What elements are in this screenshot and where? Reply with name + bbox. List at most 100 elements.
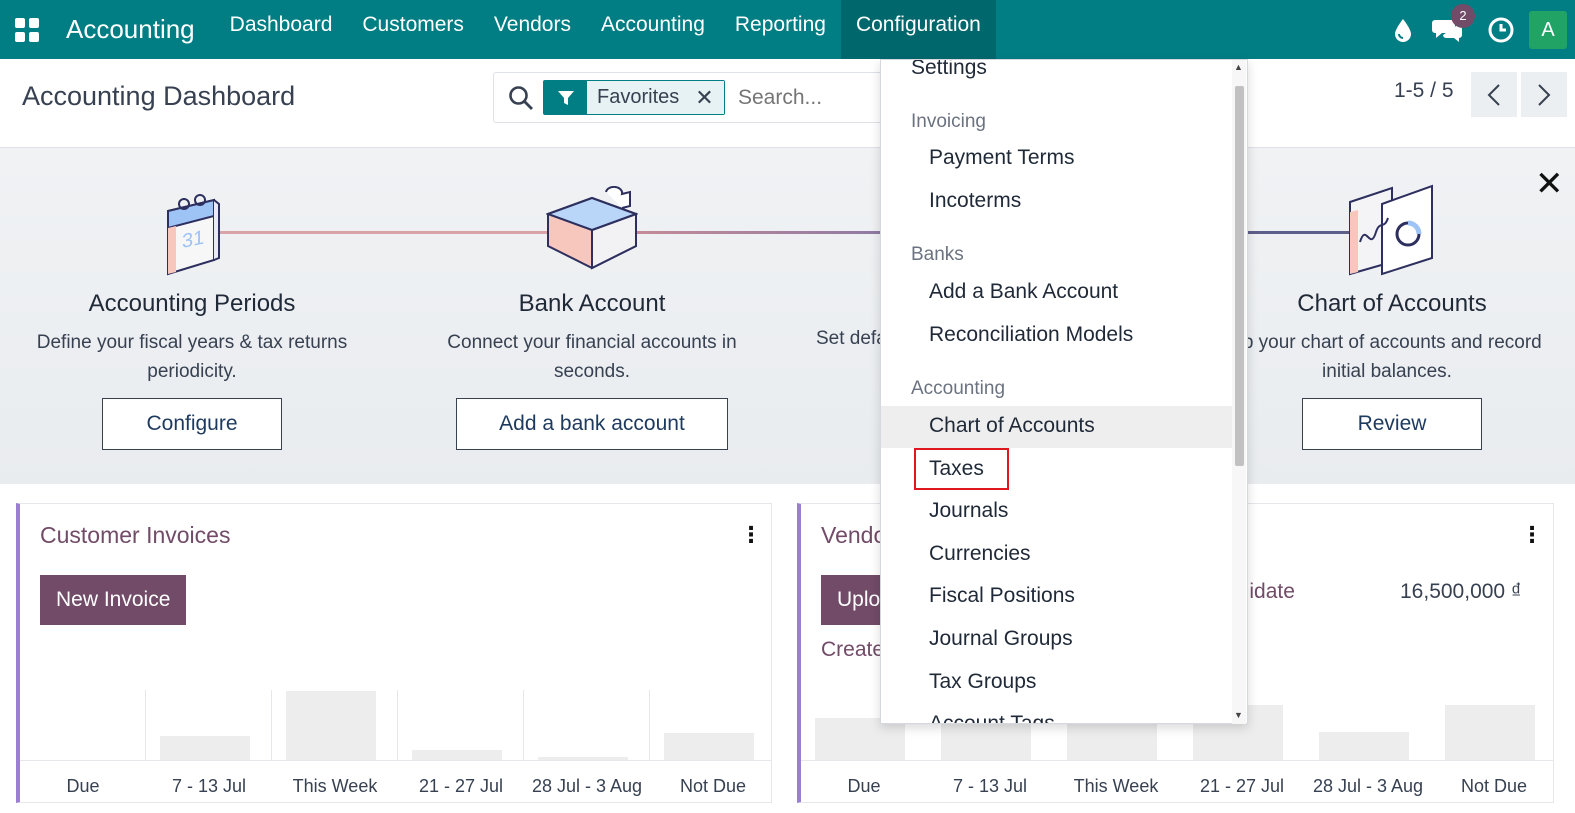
review-button[interactable]: Review: [1302, 398, 1482, 450]
chart-gridline: [523, 690, 524, 760]
scroll-up-icon[interactable]: ▲: [1234, 62, 1243, 72]
menu-customers[interactable]: Customers: [347, 0, 479, 59]
menu-item-journals[interactable]: Journals: [881, 491, 1233, 533]
step-description: seconds.: [553, 361, 631, 382]
page-title: Accounting Dashboard: [22, 81, 296, 111]
x-axis-label: 7 - 13 Jul: [171, 776, 247, 796]
chart-icon: [1346, 182, 1438, 283]
activity-clock-icon[interactable]: [1479, 0, 1523, 59]
calendar-icon: 31: [164, 186, 222, 283]
x-axis-label: 28 Jul - 3 Aug: [531, 776, 643, 796]
scroll-down-icon[interactable]: ▼: [1234, 710, 1243, 720]
menu-item-currencies[interactable]: Currencies: [881, 534, 1233, 576]
x-axis-label: 21 - 27 Jul: [418, 776, 504, 796]
progress-connector: [1248, 231, 1358, 234]
chart-bar[interactable]: [815, 718, 905, 760]
menu-item-fiscal-positions[interactable]: Fiscal Positions: [881, 576, 1233, 618]
menu-item-payment-terms[interactable]: Payment Terms: [881, 138, 1233, 180]
card-title[interactable]: Customer Invoices: [40, 522, 230, 549]
section-header-accounting: Accounting: [911, 378, 1006, 399]
facet-label: Favorites: [597, 86, 680, 108]
add-bank-account-button[interactable]: Add a bank account: [456, 398, 728, 450]
chart-bar[interactable]: [1319, 732, 1409, 760]
pager-next-button[interactable]: [1521, 72, 1567, 117]
step-description: up your chart of accounts and record: [1232, 332, 1542, 353]
step-accounting-periods: Accounting Periods Define your fiscal ye…: [12, 290, 372, 450]
progress-connector: [636, 231, 886, 234]
control-panel: Accounting Dashboard Favorites ✕ 1-5 / 5: [0, 59, 1575, 148]
x-axis-label: Due: [66, 776, 100, 796]
menu-item-add-bank-account[interactable]: Add a Bank Account: [881, 272, 1233, 314]
step-title: Bank Account: [518, 290, 666, 317]
menu-item-tax-groups[interactable]: Tax Groups: [881, 662, 1233, 704]
section-header-banks: Banks: [911, 244, 964, 265]
section-header-invoicing: Invoicing: [911, 111, 986, 132]
menu-vendors[interactable]: Vendors: [479, 0, 586, 59]
to-validate-amount[interactable]: 16,500,000 ₫: [1400, 580, 1522, 604]
puzzle-icon: [545, 185, 639, 279]
chart-bar[interactable]: [160, 736, 250, 760]
menu-reporting[interactable]: Reporting: [720, 0, 841, 59]
search-icon[interactable]: [508, 85, 534, 116]
x-axis-label: This Week: [1073, 776, 1159, 796]
remove-facet-icon[interactable]: ✕: [695, 81, 713, 114]
chart-bar[interactable]: [941, 718, 1031, 760]
taxes-highlight-box: [914, 448, 1009, 490]
menu-item-settings[interactable]: Settings: [881, 60, 1233, 90]
chart-bar[interactable]: [664, 733, 754, 760]
chart-axis: [20, 760, 772, 761]
x-axis-label: 21 - 27 Jul: [1199, 776, 1285, 796]
menu-item-reconciliation-models[interactable]: Reconciliation Models: [881, 315, 1233, 357]
progress-connector: [218, 231, 548, 234]
messages-count-badge: 2: [1451, 4, 1475, 28]
step-description: Set defa: [816, 328, 887, 349]
step-title: Accounting Periods: [88, 290, 296, 317]
new-invoice-button[interactable]: New Invoice: [40, 575, 187, 625]
step-title: Chart of Accounts: [1297, 290, 1487, 317]
menu-configuration[interactable]: Configuration: [840, 0, 996, 59]
kebab-menu-icon[interactable]: ⋮: [740, 522, 762, 548]
user-avatar[interactable]: A: [1529, 10, 1567, 49]
menu-item-incoterms[interactable]: Incoterms: [881, 181, 1233, 223]
chart-bar[interactable]: [1445, 705, 1535, 760]
card-title[interactable]: Vendo: [821, 522, 886, 549]
chart-bar[interactable]: [1067, 718, 1157, 760]
chart-gridline: [397, 690, 398, 760]
menu-item-journal-groups[interactable]: Journal Groups: [881, 619, 1233, 661]
menu-item-account-tags[interactable]: Account Tags: [881, 704, 1233, 723]
pager-previous-button[interactable]: [1471, 72, 1517, 117]
chart-gridline: [271, 690, 272, 760]
chart-axis: [801, 760, 1554, 761]
search-box[interactable]: Favorites ✕: [493, 72, 893, 123]
dropdown-scrollbar[interactable]: ▲ ▼: [1232, 60, 1246, 724]
x-axis-label: 7 - 13 Jul: [952, 776, 1028, 796]
messages-icon[interactable]: 2: [1425, 0, 1475, 59]
favorites-facet[interactable]: Favorites ✕: [543, 80, 725, 115]
customer-invoices-card: Customer Invoices ⋮ New Invoice Due 7 - …: [16, 503, 772, 803]
kebab-menu-icon[interactable]: ⋮: [1521, 522, 1543, 548]
step-description: Connect your financial accounts in: [447, 332, 737, 353]
chart-gridline: [145, 690, 146, 760]
chart-gridline: [649, 690, 650, 760]
x-axis-label: This Week: [292, 776, 378, 796]
menu-item-chart-of-accounts[interactable]: Chart of Accounts: [881, 406, 1233, 448]
menu-dashboard[interactable]: Dashboard: [215, 0, 348, 59]
search-input[interactable]: [738, 83, 888, 113]
step-description: initial balances.: [1322, 361, 1452, 382]
chart-bar[interactable]: [286, 691, 376, 760]
drop-icon[interactable]: [1381, 0, 1425, 59]
create-link[interactable]: Create: [821, 638, 884, 662]
x-axis-label: 28 Jul - 3 Aug: [1312, 776, 1424, 796]
configure-button[interactable]: Configure: [102, 398, 282, 450]
chart-bar[interactable]: [412, 750, 502, 760]
scrollbar-thumb[interactable]: [1235, 86, 1244, 466]
step-description: periodicity.: [147, 361, 237, 382]
menu-accounting[interactable]: Accounting: [586, 0, 720, 59]
app-brand[interactable]: Accounting: [66, 14, 195, 45]
apps-menu-icon[interactable]: [0, 0, 54, 59]
configuration-dropdown: Settings Invoicing Payment Terms Incoter…: [880, 59, 1248, 724]
navbar-systray: 2 A: [1381, 0, 1575, 59]
close-banner-icon[interactable]: ✕: [1535, 164, 1564, 204]
top-navbar: Accounting Dashboard Customers Vendors A…: [0, 0, 1575, 59]
step-bank-account: Bank Account Connect your financial acco…: [412, 290, 772, 450]
